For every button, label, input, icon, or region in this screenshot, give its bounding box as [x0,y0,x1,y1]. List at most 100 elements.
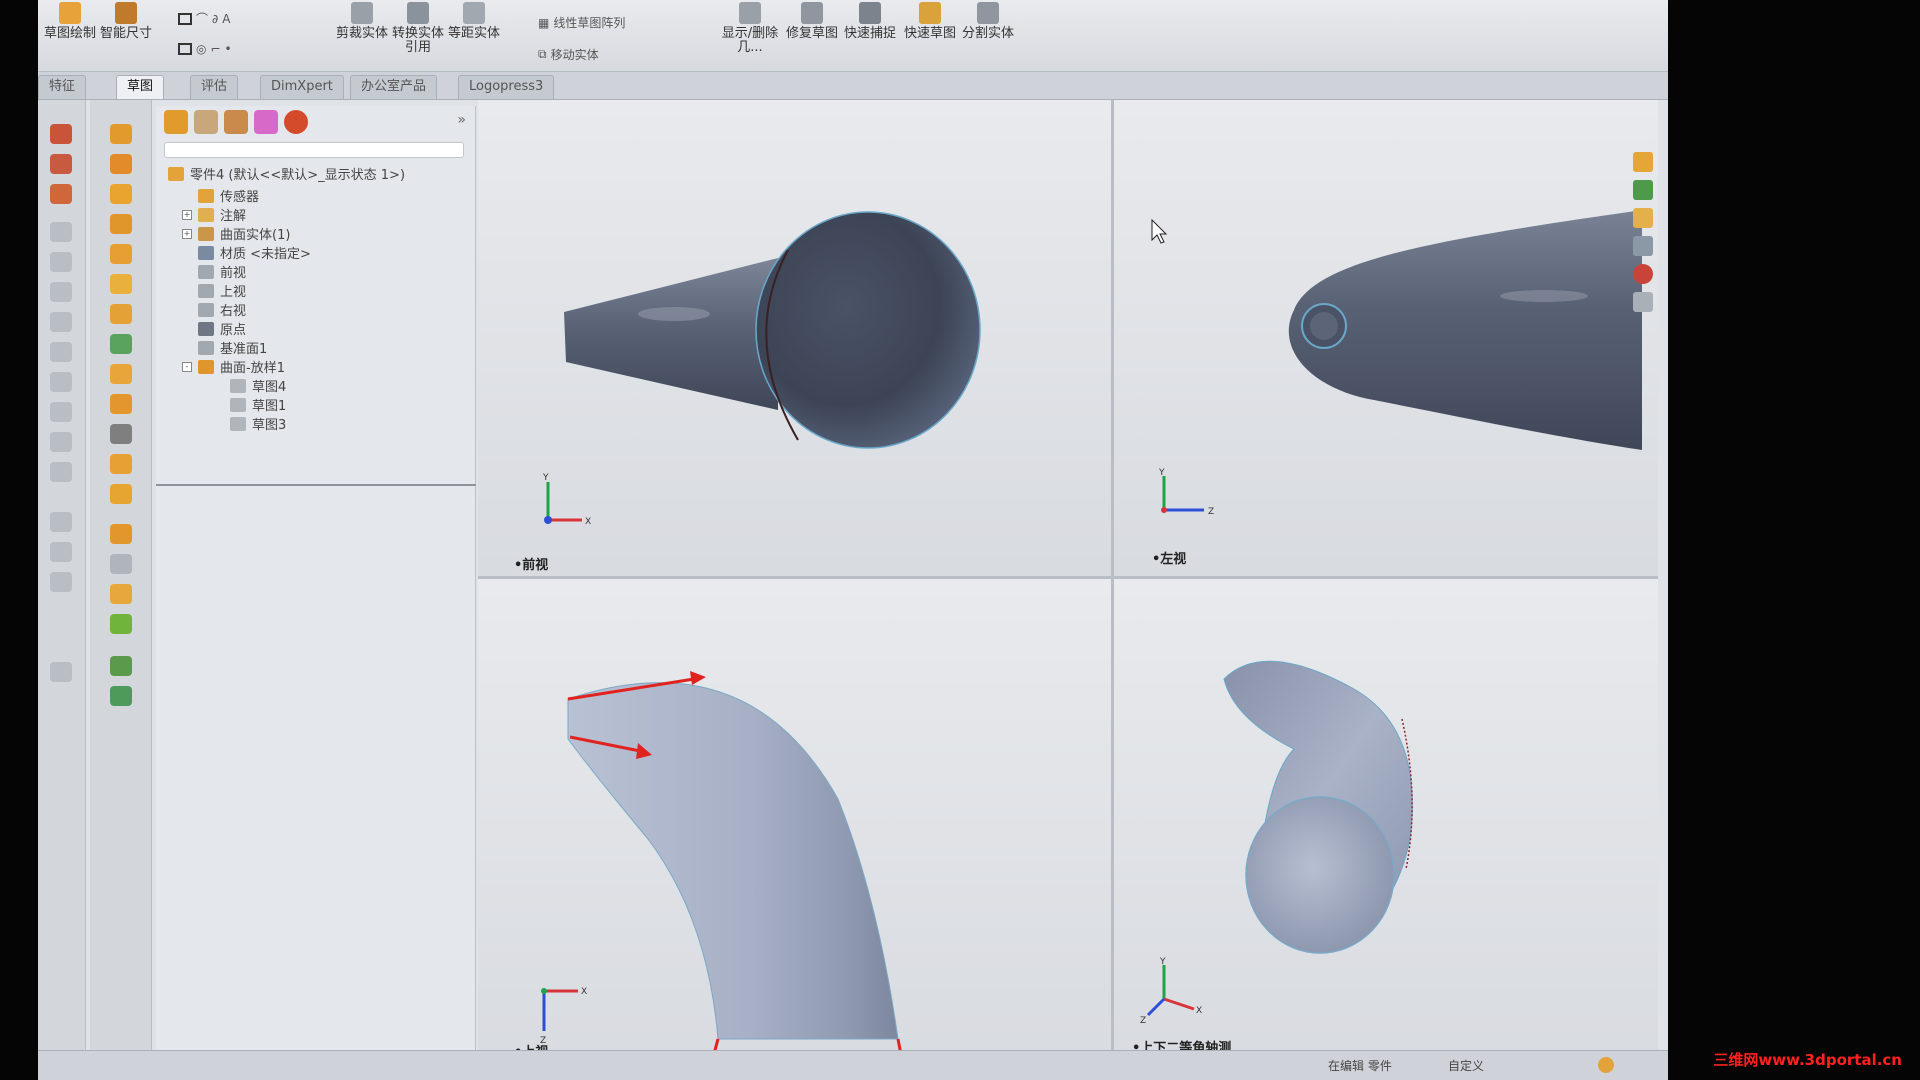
expand-icon[interactable]: + [182,228,192,239]
boundary-surface-icon[interactable] [110,244,132,264]
tree-filter-input[interactable] [164,142,464,158]
replace-face-icon[interactable] [110,584,132,604]
offset-entities-button[interactable]: 等距实体 [448,2,500,68]
ruled-surface-icon[interactable] [110,364,132,384]
loft-icon[interactable] [50,222,72,242]
lofted-surface-icon[interactable] [110,214,132,234]
split-entities-button[interactable]: 分割实体 [962,2,1014,68]
property-manager-tab-icon[interactable] [194,110,218,134]
expand-icon[interactable]: + [182,209,192,220]
viewport-left[interactable]: Y Z •左视 [1114,100,1658,576]
tree-item-icon [198,188,214,203]
rib-icon[interactable] [50,432,72,452]
tree-item[interactable]: 原点 [182,319,246,338]
viewport-top[interactable]: X Z •上视 [478,579,1111,1070]
tree-item[interactable]: 前视 [182,262,246,281]
feature-manager-tree: » 零件4 (默认<<默认>_显示状态 1>) 传感器 + 注解 + 曲面实体(1) 材质 … [156,106,476,1080]
thicken-icon[interactable] [110,614,132,634]
split-line-icon[interactable] [110,656,132,676]
rapid-sketch-button[interactable]: 快速草图 [904,2,956,68]
tree-item[interactable]: 传感器 [182,186,259,205]
quick-snaps-button[interactable]: 快速捕捉 [844,2,896,68]
viewport-isometric[interactable]: Y X Z •上下二等角轴测 [1114,579,1658,1070]
display-delete-relations-button[interactable]: 显示/删除几... [718,2,782,68]
filled-surface-icon[interactable] [110,274,132,294]
units-dropdown[interactable]: 自定义 [1448,1057,1484,1074]
view-palette-icon[interactable] [1633,236,1653,256]
tree-item[interactable]: 草图1 [214,395,286,414]
extend-surface-icon[interactable] [110,394,132,414]
tree-item[interactable]: 草图3 [214,414,286,433]
display-manager-tab-icon[interactable] [284,110,308,134]
offset-surface-icon[interactable] [110,334,132,354]
repair-sketch-button[interactable]: 修复草图 [786,2,838,68]
tree-item[interactable]: + 注解 [182,205,246,224]
design-library-icon[interactable] [1633,180,1653,200]
linear-pattern-button[interactable]: ▦ 线性草图阵列 [538,14,625,31]
tree-splitter[interactable] [156,484,476,486]
tree-item[interactable]: 上视 [182,281,246,300]
file-explorer-icon[interactable] [1633,208,1653,228]
chamfer-icon[interactable] [50,372,72,392]
untrim-surface-icon[interactable] [110,454,132,474]
convert-entities-button[interactable]: 转换实体引用 [390,2,446,68]
home-icon[interactable] [1633,152,1653,172]
tree-root-part[interactable]: 零件4 (默认<<默认>_显示状态 1>) [168,164,405,183]
trim-surface-icon[interactable] [110,424,132,444]
fillet-surface-icon[interactable] [110,524,132,544]
feature-manager-tab-icon[interactable] [164,110,188,134]
tab-dimxpert[interactable]: DimXpert [260,75,344,99]
viewport-splitter-horizontal[interactable] [478,576,1658,579]
hole-icon[interactable] [50,312,72,332]
tree-item[interactable]: 基准面1 [182,338,267,357]
knit-surface-icon[interactable] [110,484,132,504]
tree-item-icon [198,226,214,241]
tree-item[interactable]: 草图4 [214,376,286,395]
sketch-drawing-button[interactable]: 草图绘制 [44,2,96,68]
tab-evaluate[interactable]: 评估 [190,75,239,99]
fillet-feature-icon[interactable] [50,342,72,362]
sketch-entity-tools-row2[interactable]: ◎ ⌐ • [178,42,232,56]
shell-icon[interactable] [50,402,72,422]
swept-surface-icon[interactable] [110,184,132,204]
extrude-icon[interactable] [50,124,72,144]
collapse-icon[interactable]: - [182,361,192,372]
expand-chevron-icon[interactable]: » [457,112,466,128]
sweep-icon[interactable] [50,184,72,204]
rebuild-icon[interactable] [1598,1057,1614,1073]
tree-item[interactable]: 右视 [182,300,246,319]
tab-logopress3[interactable]: Logopress3 [458,75,555,99]
left-view-label: •左视 [1152,552,1187,567]
revolve-icon[interactable] [50,154,72,174]
tab-features[interactable]: 特征 [38,75,87,99]
left-icon-column [38,100,86,1080]
smart-dimension-button[interactable]: 智能尺寸 [100,2,152,68]
boundary-icon[interactable] [50,252,72,272]
tree-item[interactable]: 材质 <未指定> [182,243,311,262]
tree-item[interactable]: - 曲面-放样1 [182,357,285,376]
delete-face-icon[interactable] [110,554,132,574]
tree-item-label: 前视 [220,266,247,281]
draft-icon[interactable] [50,462,72,482]
planar-surface-icon[interactable] [110,304,132,324]
viewport-splitter-vertical[interactable] [1111,100,1114,1070]
helix-icon[interactable] [110,686,132,706]
curves-icon[interactable] [50,662,72,682]
revolved-surface-icon[interactable] [110,154,132,174]
tree-item[interactable]: + 曲面实体(1) [182,224,290,243]
mirror-icon[interactable] [50,512,72,532]
extruded-surface-icon[interactable] [110,124,132,144]
sketch-entity-tools[interactable]: ⌒ ∂ A [178,10,230,27]
move-entities-button[interactable]: ⧉ 移动实体 [538,46,599,63]
appearances-icon[interactable] [1633,264,1653,284]
viewport-front[interactable]: Y X •前视 [478,100,1111,576]
configuration-manager-tab-icon[interactable] [224,110,248,134]
pattern-feature-icon[interactable] [50,542,72,562]
trim-entities-button[interactable]: 剪裁实体 [334,2,390,68]
reference-geometry-icon[interactable] [50,572,72,592]
tab-sketch[interactable]: 草图 [116,75,165,99]
tab-office-products[interactable]: 办公室产品 [350,75,438,99]
cut-icon[interactable] [50,282,72,302]
custom-properties-icon[interactable] [1633,292,1653,312]
dimxpert-manager-tab-icon[interactable] [254,110,278,134]
